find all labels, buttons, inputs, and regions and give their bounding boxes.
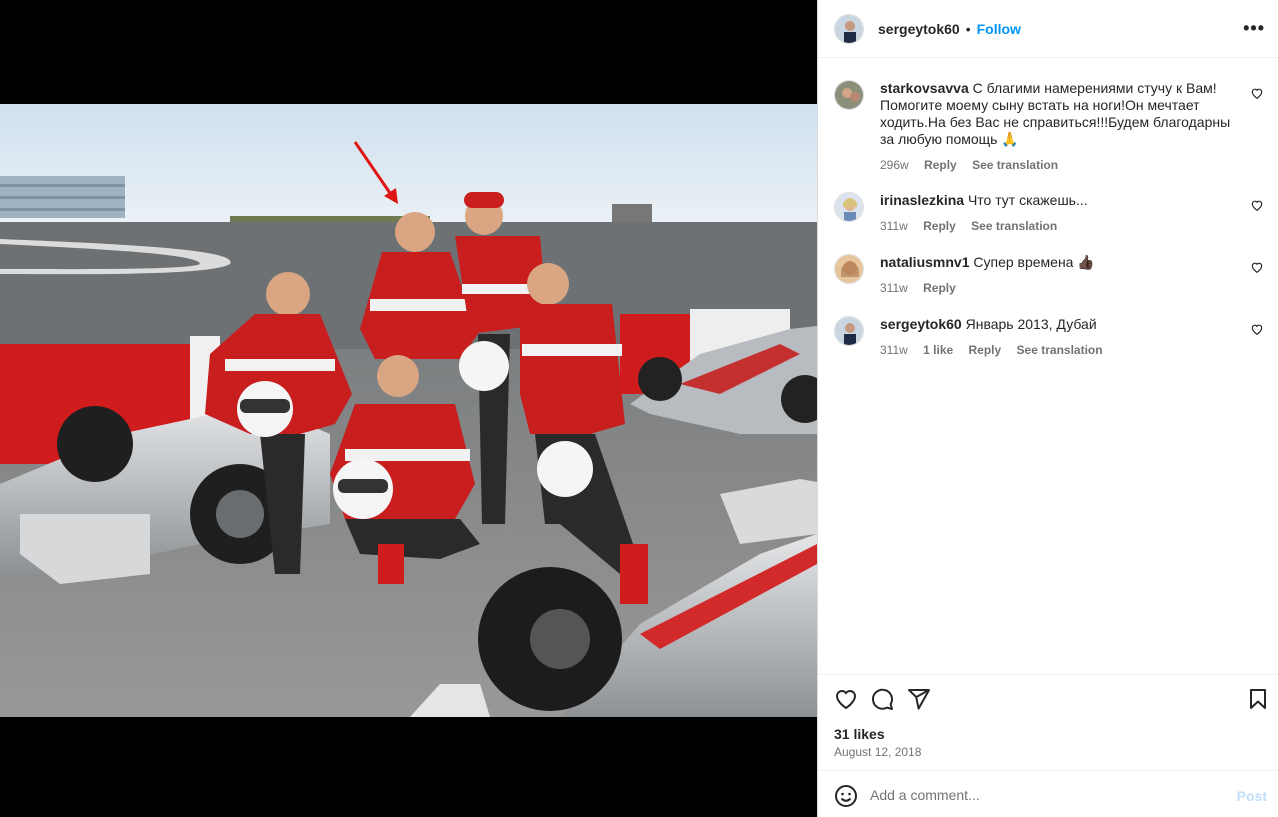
comment-likes[interactable]: 1 like (923, 343, 953, 357)
reply-button[interactable]: Reply (969, 343, 1002, 357)
see-translation-button[interactable]: See translation (1017, 343, 1103, 357)
comment-meta: 311w 1 like Reply See translation (880, 342, 1246, 359)
comment-text: Что тут скажешь... (967, 192, 1088, 208)
comment-age[interactable]: 296w (880, 158, 909, 172)
emoji-icon[interactable] (834, 784, 858, 808)
comments-list: starkovsavva С благими намерениями стучу… (818, 58, 1278, 674)
post-actions: 31 likes August 12, 2018 (818, 674, 1278, 770)
comment-composer: Post (818, 770, 1278, 817)
racing-team-photo (0, 104, 817, 717)
comment-input[interactable] (870, 783, 1210, 807)
post-button[interactable]: Post (1237, 788, 1267, 804)
comment-username[interactable]: irinaslezkina (880, 192, 964, 208)
reply-button[interactable]: Reply (924, 158, 957, 172)
comment-body: irinaslezkina Что тут скажешь... 311w Re… (880, 192, 1246, 235)
comment-body: sergeytok60 Январь 2013, Дубай 311w 1 li… (880, 316, 1246, 359)
reply-button[interactable]: Reply (923, 219, 956, 233)
comment-username[interactable]: sergeytok60 (880, 316, 962, 332)
author-avatar[interactable] (834, 13, 864, 44)
post-media (0, 0, 817, 817)
comment-heart-icon[interactable] (1250, 86, 1264, 100)
comment-username[interactable]: nataliusmnv1 (880, 254, 969, 270)
heart-icon[interactable] (834, 687, 858, 711)
separator-dot: • (965, 20, 971, 37)
comment-body: starkovsavva С благими намерениями стучу… (880, 80, 1246, 174)
reply-button[interactable]: Reply (923, 281, 956, 295)
bookmark-icon[interactable] (1246, 687, 1270, 711)
comment-text: Январь 2013, Дубай (965, 316, 1097, 332)
see-translation-button[interactable]: See translation (972, 158, 1058, 172)
author-username[interactable]: sergeytok60 (878, 21, 960, 37)
commenter-avatar[interactable] (834, 316, 864, 346)
more-options-icon[interactable]: ••• (1243, 18, 1265, 39)
follow-button[interactable]: Follow (977, 21, 1021, 37)
comment-username[interactable]: starkovsavva (880, 80, 969, 96)
comment-age[interactable]: 311w (880, 281, 908, 295)
commenter-avatar[interactable] (834, 254, 864, 284)
comment-age[interactable]: 311w (880, 343, 908, 357)
comment-meta: 311w Reply See translation (880, 218, 1246, 235)
comment-text: Супер времена 👍🏿 (973, 254, 1095, 270)
post-date[interactable]: August 12, 2018 (834, 745, 921, 759)
comment-icon[interactable] (870, 687, 894, 711)
likes-count[interactable]: 31 likes (834, 726, 885, 742)
comment-meta: 311w Reply (880, 280, 1246, 297)
comment-heart-icon[interactable] (1250, 260, 1264, 274)
comment-age[interactable]: 311w (880, 219, 908, 233)
comment-heart-icon[interactable] (1250, 322, 1264, 336)
post-sidebar: sergeytok60 • Follow ••• starkovsavva С … (817, 0, 1278, 817)
post-photo[interactable] (0, 104, 817, 717)
commenter-avatar[interactable] (834, 192, 864, 222)
post-header: sergeytok60 • Follow ••• (818, 0, 1278, 58)
comment-meta: 296w Reply See translation (880, 157, 1246, 174)
see-translation-button[interactable]: See translation (971, 219, 1057, 233)
share-icon[interactable] (907, 687, 931, 711)
commenter-avatar[interactable] (834, 80, 864, 110)
comment-body: nataliusmnv1 Супер времена 👍🏿 311w Reply (880, 254, 1246, 297)
comment-heart-icon[interactable] (1250, 198, 1264, 212)
